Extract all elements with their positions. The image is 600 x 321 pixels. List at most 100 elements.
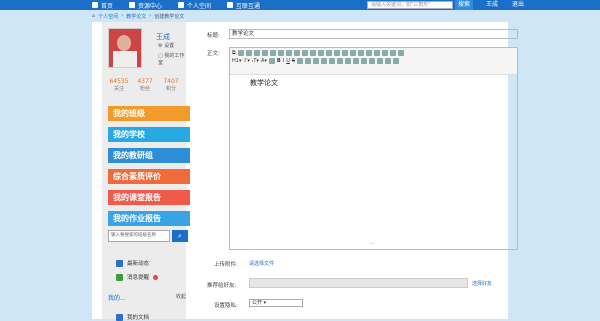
media-icon[interactable] [321, 58, 328, 64]
left-more-title: 我的... [108, 295, 126, 302]
doc-icon [116, 313, 123, 321]
paste-text-icon[interactable] [293, 50, 300, 56]
message-badge [153, 274, 159, 280]
search-icon: ⌕ [178, 232, 182, 240]
align-left-icon[interactable] [309, 50, 316, 56]
underline-icon[interactable]: U [286, 58, 290, 64]
upload-label: 上传附件: [214, 262, 238, 268]
align-right-icon[interactable] [325, 50, 332, 56]
copy-icon[interactable] [277, 50, 284, 56]
class-search-input[interactable]: 输入要搜索的班级名称 [108, 230, 170, 242]
table-icon[interactable] [329, 58, 336, 64]
font-color-icon[interactable]: A▾ [261, 58, 267, 64]
menu-homework-report[interactable]: 我的作业报告 [108, 211, 190, 226]
strike-icon[interactable]: S [292, 58, 295, 64]
breadcrumb: ⌂ 个人空间 › 教学论文 › 创建教学论文 [92, 13, 185, 20]
heading-dropdown[interactable]: H1▾ [232, 58, 241, 64]
news-icon [116, 259, 123, 267]
unlink-icon[interactable] [385, 58, 392, 64]
paste-word-icon[interactable] [301, 50, 308, 56]
collapse-button[interactable]: 收起 [176, 293, 186, 303]
indent-icon[interactable] [349, 50, 356, 56]
resize-grip-icon[interactable]: ⋯ [370, 241, 375, 247]
menu-quality-eval[interactable]: 综合素质评价 [108, 169, 190, 184]
link-icon[interactable] [377, 58, 384, 64]
left-link-news[interactable]: 最新动态 [116, 259, 149, 267]
menu-my-school[interactable]: 我的学校 [108, 127, 190, 142]
stat-points[interactable]: 7407 积分 [158, 78, 184, 92]
editor-content[interactable]: 教学论文 [250, 78, 278, 88]
class-search-button[interactable]: ⌕ [172, 230, 188, 242]
upload-file-link[interactable]: 请选择文件 [249, 260, 274, 267]
bold-icon[interactable]: B [277, 58, 281, 64]
clear-format-icon[interactable] [381, 50, 388, 56]
preview-icon[interactable] [261, 50, 268, 56]
top-search-button[interactable]: 搜索 [455, 0, 473, 10]
settings-link[interactable]: ⚙ 设置 [158, 42, 186, 49]
nav-home[interactable]: 首页 [92, 1, 113, 10]
superscript-icon[interactable] [373, 50, 380, 56]
nav-connect[interactable]: 互联互通 [227, 1, 260, 10]
italic-icon[interactable]: I [283, 58, 284, 64]
home-icon [92, 2, 98, 8]
source-icon[interactable] [397, 50, 404, 56]
emoticon-icon[interactable] [345, 58, 352, 64]
crumb-0[interactable]: 个人空间 [98, 13, 118, 20]
nav-personal[interactable]: 个人空间 [178, 1, 211, 10]
left-more-row: 我的... 收起 [108, 293, 186, 303]
left-link-docs[interactable]: 我的文档 [116, 313, 149, 321]
left-link-messages[interactable]: 消息提醒 [116, 273, 159, 281]
outdent-icon[interactable] [357, 50, 364, 56]
editor-toolbar: ⧉ H1▾ ℱ▾ ₜT▾ A▾ B I U S [230, 48, 517, 75]
about-icon[interactable] [393, 58, 400, 64]
logout-button[interactable]: 退出 [508, 0, 528, 10]
rich-text-editor[interactable]: ⧉ H1▾ ℱ▾ ₜT▾ A▾ B I U S 教学论文 ⋯ [229, 47, 518, 250]
body-label: 正文: [207, 51, 220, 57]
menu-my-research-group[interactable]: 我的教研组 [108, 148, 190, 163]
user-menu: ⚙ 设置 ▢ 我的工作室 [158, 42, 186, 69]
crumb-1[interactable]: 教学论文 [126, 13, 146, 20]
select-all-icon[interactable] [389, 50, 396, 56]
menu-class-report[interactable]: 我的课堂报告 [108, 190, 190, 205]
pagebreak-icon[interactable] [361, 58, 368, 64]
privacy-select[interactable]: 公开 ▾ [249, 299, 303, 307]
align-center-icon[interactable] [317, 50, 324, 56]
nav-resources[interactable]: 资源中心 [129, 1, 162, 10]
stat-fans[interactable]: 4377 粉丝 [132, 78, 158, 92]
home-crumb-icon: ⌂ [92, 13, 96, 19]
stat-follow[interactable]: 64535 关注 [106, 78, 132, 92]
user-name[interactable]: 王成 [156, 32, 170, 42]
hr-icon[interactable] [337, 58, 344, 64]
crumb-2: 创建教学论文 [154, 13, 185, 20]
redo-icon[interactable] [245, 50, 252, 56]
menu-my-class[interactable]: 我的班级 [108, 106, 190, 121]
user-stats: 64535 关注 4377 粉丝 7407 积分 [106, 78, 184, 92]
resource-icon [129, 2, 136, 8]
font-size-dropdown[interactable]: ₜT▾ [252, 58, 259, 64]
anchor-icon[interactable] [369, 58, 376, 64]
avatar[interactable] [108, 28, 142, 68]
line-height-icon[interactable] [297, 58, 304, 64]
print-icon[interactable] [253, 50, 260, 56]
link-icon [227, 2, 234, 8]
select-friend-link[interactable]: 选择好友 [472, 280, 492, 287]
highlight-icon[interactable] [268, 58, 275, 64]
cut-icon[interactable] [269, 50, 276, 56]
list-icon[interactable] [341, 50, 348, 56]
undo-icon[interactable] [237, 50, 244, 56]
top-user[interactable]: 王成 [480, 0, 504, 10]
subscript-icon[interactable] [365, 50, 372, 56]
flash-icon[interactable] [313, 58, 320, 64]
left-sidebar: 王成 ⚙ 设置 ▢ 我的工作室 64535 关注 4377 粉丝 7407 积分 我的… [102, 22, 190, 321]
font-dropdown[interactable]: ℱ▾ [243, 58, 249, 64]
message-icon [116, 273, 123, 281]
title-input[interactable]: 教学论文 [229, 29, 518, 39]
paste-icon[interactable] [285, 50, 292, 56]
title-label: 标题: [207, 33, 220, 39]
image-icon[interactable] [305, 58, 312, 64]
studio-link[interactable]: ▢ 我的工作室 [158, 52, 186, 66]
justify-icon[interactable] [333, 50, 340, 56]
special-char-icon[interactable] [353, 58, 360, 64]
top-search-input[interactable]: 请输入关键词，如"三角形" [367, 1, 453, 9]
recommend-input[interactable] [249, 278, 468, 288]
